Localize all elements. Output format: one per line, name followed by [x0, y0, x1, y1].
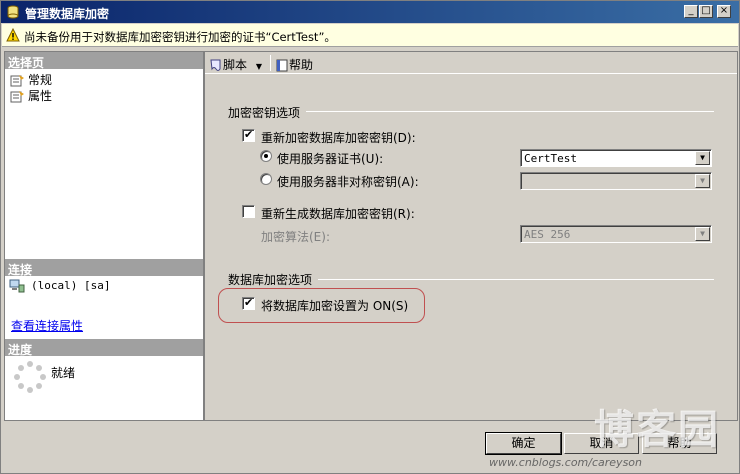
sidebar-item-general[interactable]: 常规 [10, 71, 52, 87]
asym-key-select[interactable]: ▼ [520, 172, 712, 190]
server-cert-value: CertTest [524, 152, 577, 165]
connection-text: (local) [sa] [31, 279, 111, 292]
db-encryption-options-label: 数据库加密选项 [228, 273, 313, 287]
progress-header: 进度 [5, 339, 203, 357]
right-pane: 脚本 ▼ 帮助 加密密钥选项 重新加密数据库加密密钥(D): 使用服务器证书(U… [204, 51, 738, 421]
page-icon [10, 90, 24, 102]
watermark-logo: 博客园 [594, 407, 720, 453]
script-button[interactable]: 脚本 ▼ [209, 56, 262, 73]
sidebar-item-label: 属性 [28, 89, 53, 103]
regen-db-key-checkbox[interactable] [242, 205, 255, 218]
use-asym-key-label: 使用服务器非对称密钥(A): [277, 175, 419, 189]
connection-header: 连接 [5, 259, 203, 277]
chevron-down-icon[interactable]: ▼ [695, 227, 710, 241]
algorithm-value: AES 256 [524, 228, 571, 241]
algorithm-select[interactable]: AES 256 ▼ [520, 225, 712, 243]
window-title: 管理数据库加密 [25, 7, 110, 21]
ok-button[interactable]: 确定 [485, 432, 562, 455]
regenerate-key-label: 重新加密数据库加密密钥(D): [261, 131, 416, 145]
page-icon [10, 74, 24, 86]
help-toolbar-button[interactable]: 帮助 [276, 56, 313, 73]
help-label: 帮助 [289, 58, 314, 72]
select-page-header: 选择页 [5, 52, 203, 70]
regenerate-key-checkbox[interactable] [242, 128, 255, 142]
server-connection-icon [9, 279, 25, 293]
sidebar-item-label: 常规 [28, 73, 53, 87]
use-server-cert-label: 使用服务器证书(U): [277, 152, 384, 166]
toolbar-separator [270, 55, 271, 71]
chevron-down-icon[interactable]: ▼ [695, 174, 710, 188]
use-server-cert-radio[interactable] [260, 150, 272, 162]
database-icon [7, 5, 19, 19]
chevron-down-icon[interactable]: ▼ [695, 151, 710, 165]
group-divider [318, 279, 714, 280]
regen-db-key-label: 重新生成数据库加密密钥(R): [261, 207, 415, 221]
warning-text: 尚未备份用于对数据库加密密钥进行加密的证书“CertTest”。 [24, 30, 336, 44]
minimize-button[interactable]: _ [684, 5, 698, 18]
title-bar[interactable]: 管理数据库加密 _ □ × [1, 1, 739, 23]
chevron-down-icon[interactable]: ▼ [256, 62, 262, 71]
highlight-annotation [218, 288, 425, 323]
watermark-url: www.cnblogs.com/careyson [489, 456, 643, 469]
dialog-window: 管理数据库加密 _ □ × 尚未备份用于对数据库加密密钥进行加密的证书“Cert… [0, 0, 740, 474]
server-cert-select[interactable]: CertTest ▼ [520, 149, 712, 167]
algorithm-label: 加密算法(E): [261, 230, 330, 244]
encryption-key-options-label: 加密密钥选项 [228, 106, 301, 120]
group-divider [306, 111, 714, 112]
script-label: 脚本 [223, 58, 248, 72]
warning-icon [6, 28, 20, 42]
toolbar: 脚本 ▼ 帮助 [205, 52, 737, 74]
close-button[interactable]: × [717, 5, 731, 18]
progress-spinner-icon [14, 361, 46, 393]
warning-bar: 尚未备份用于对数据库加密密钥进行加密的证书“CertTest”。 [2, 24, 738, 47]
help-book-icon [276, 59, 288, 72]
left-pane: 选择页 常规 属性 连接 (local) [sa] 查看连接属性 进度 就绪 [4, 51, 204, 421]
use-asym-key-radio[interactable] [260, 173, 272, 185]
script-icon [210, 59, 221, 71]
maximize-button[interactable]: □ [699, 5, 713, 18]
sidebar-item-properties[interactable]: 属性 [10, 87, 52, 103]
view-connection-properties-link[interactable]: 查看连接属性 [11, 317, 83, 334]
progress-status: 就绪 [51, 366, 76, 380]
